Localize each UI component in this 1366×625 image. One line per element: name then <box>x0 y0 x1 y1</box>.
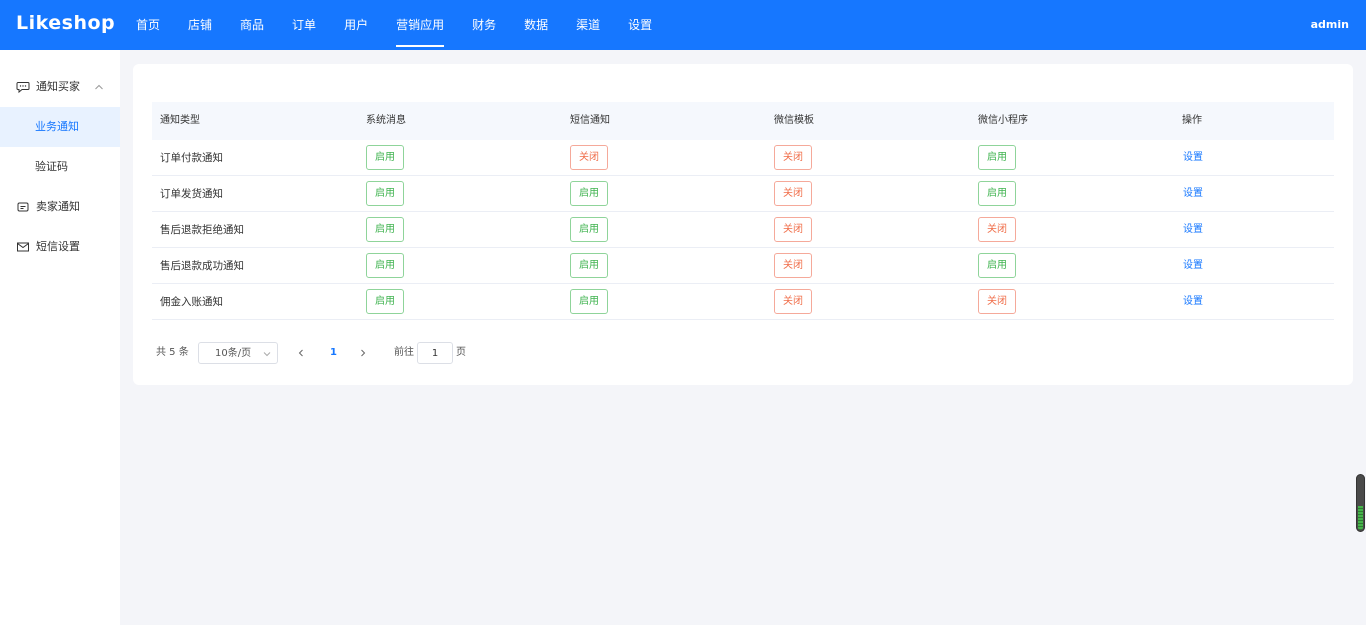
next-page-icon[interactable] <box>359 349 367 357</box>
chevron-up-icon <box>95 84 103 90</box>
status-tag[interactable]: 启用 <box>366 145 404 170</box>
status-tag[interactable]: 启用 <box>978 181 1016 206</box>
table-row: 订单发货通知 启用 启用 关闭 启用 设置 <box>152 176 1334 212</box>
chevron-down-icon <box>263 352 271 357</box>
top-navbar: Likeshop 首页 店铺 商品 订单 用户 营销应用 财务 数据 渠道 设置… <box>0 0 1366 50</box>
notify-type: 售后退款拒绝通知 <box>160 224 244 236</box>
sidebar-item-label: 业务通知 <box>35 120 79 133</box>
status-tag[interactable]: 启用 <box>978 253 1016 278</box>
user-menu[interactable]: admin <box>1311 0 1349 50</box>
notify-type: 订单发货通知 <box>160 188 223 200</box>
sidebar-item-notify-seller[interactable]: 卖家通知 <box>0 187 120 227</box>
nav-item-data[interactable]: 数据 <box>524 0 548 50</box>
sidebar-item-business-notify[interactable]: 业务通知 <box>0 107 120 147</box>
status-tag[interactable]: 启用 <box>570 217 608 242</box>
status-tag[interactable]: 关闭 <box>774 289 812 314</box>
notify-type: 佣金入账通知 <box>160 296 223 308</box>
sidebar-item-label: 卖家通知 <box>36 200 80 213</box>
page-size-value: 10条/页 <box>215 348 252 359</box>
column-header: 操作 <box>1182 115 1202 126</box>
status-tag[interactable]: 启用 <box>570 181 608 206</box>
sidebar-item-label: 通知买家 <box>36 80 80 93</box>
floating-scroll-widget[interactable] <box>1356 474 1365 532</box>
settings-link[interactable]: 设置 <box>1183 140 1203 176</box>
sidebar-item-label: 短信设置 <box>36 240 80 253</box>
table-row: 订单付款通知 启用 关闭 关闭 启用 设置 <box>152 140 1334 176</box>
sidebar-item-label: 验证码 <box>35 160 68 173</box>
column-header: 微信模板 <box>774 115 814 126</box>
table-row: 佣金入账通知 启用 启用 关闭 关闭 设置 <box>152 284 1334 320</box>
status-tag[interactable]: 启用 <box>366 217 404 242</box>
nav-item-finance[interactable]: 财务 <box>472 0 496 50</box>
main-nav: 首页 店铺 商品 订单 用户 营销应用 财务 数据 渠道 设置 <box>136 0 680 50</box>
status-tag[interactable]: 启用 <box>978 145 1016 170</box>
table-row: 售后退款成功通知 启用 启用 关闭 启用 设置 <box>152 248 1334 284</box>
nav-item-channels[interactable]: 渠道 <box>576 0 600 50</box>
status-tag[interactable]: 关闭 <box>570 145 608 170</box>
column-header: 短信通知 <box>570 115 610 126</box>
sidebar-item-verify-code[interactable]: 验证码 <box>0 147 120 187</box>
settings-link[interactable]: 设置 <box>1183 212 1203 248</box>
settings-link[interactable]: 设置 <box>1183 176 1203 212</box>
nav-item-marketing[interactable]: 营销应用 <box>396 0 445 50</box>
table-row: 售后退款拒绝通知 启用 启用 关闭 关闭 设置 <box>152 212 1334 248</box>
nav-item-orders[interactable]: 订单 <box>292 0 316 50</box>
pagination: 共 5 条 10条/页 1 前往 1 页 <box>156 342 556 364</box>
status-tag[interactable]: 关闭 <box>774 181 812 206</box>
status-tag[interactable]: 关闭 <box>774 217 812 242</box>
status-tag[interactable]: 关闭 <box>774 253 812 278</box>
column-header: 微信小程序 <box>978 115 1028 126</box>
goto-label: 前往 <box>394 347 414 358</box>
status-tag[interactable]: 关闭 <box>978 217 1016 242</box>
table-header: 通知类型 系统消息 短信通知 微信模板 微信小程序 操作 <box>152 102 1334 140</box>
logo[interactable]: Likeshop <box>16 12 115 34</box>
column-header: 通知类型 <box>160 115 200 126</box>
status-tag[interactable]: 启用 <box>570 289 608 314</box>
current-page[interactable]: 1 <box>330 342 337 364</box>
notify-type: 订单付款通知 <box>160 152 223 164</box>
notification-table: 通知类型 系统消息 短信通知 微信模板 微信小程序 操作 订单付款通知 启用 关… <box>152 102 1334 320</box>
nav-item-shop[interactable]: 店铺 <box>188 0 212 50</box>
nav-item-settings[interactable]: 设置 <box>628 0 652 50</box>
page-suffix: 页 <box>456 347 466 358</box>
prev-page-icon[interactable] <box>297 349 305 357</box>
page-size-select[interactable]: 10条/页 <box>198 342 278 364</box>
status-tag[interactable]: 关闭 <box>978 289 1016 314</box>
sidebar: 通知买家 业务通知 验证码 卖家通知 短信设置 <box>0 50 120 625</box>
settings-link[interactable]: 设置 <box>1183 284 1203 320</box>
total-count: 共 5 条 <box>156 347 189 358</box>
nav-item-goods[interactable]: 商品 <box>240 0 264 50</box>
sidebar-group-notify-buyer[interactable]: 通知买家 <box>0 67 120 107</box>
goto-page-input[interactable]: 1 <box>417 342 453 364</box>
mail-icon <box>17 242 29 252</box>
status-tag[interactable]: 启用 <box>366 253 404 278</box>
column-header: 系统消息 <box>366 115 406 126</box>
status-tag[interactable]: 启用 <box>366 181 404 206</box>
chat-icon <box>16 82 30 94</box>
sidebar-item-sms-settings[interactable]: 短信设置 <box>0 227 120 267</box>
status-tag[interactable]: 启用 <box>366 289 404 314</box>
settings-link[interactable]: 设置 <box>1183 248 1203 284</box>
nav-item-home[interactable]: 首页 <box>136 0 160 50</box>
content-card: 通知类型 系统消息 短信通知 微信模板 微信小程序 操作 订单付款通知 启用 关… <box>133 64 1353 385</box>
widget-fill <box>1358 506 1363 530</box>
seller-icon <box>17 202 29 212</box>
notify-type: 售后退款成功通知 <box>160 260 244 272</box>
status-tag[interactable]: 启用 <box>570 253 608 278</box>
status-tag[interactable]: 关闭 <box>774 145 812 170</box>
nav-item-users[interactable]: 用户 <box>344 0 368 50</box>
